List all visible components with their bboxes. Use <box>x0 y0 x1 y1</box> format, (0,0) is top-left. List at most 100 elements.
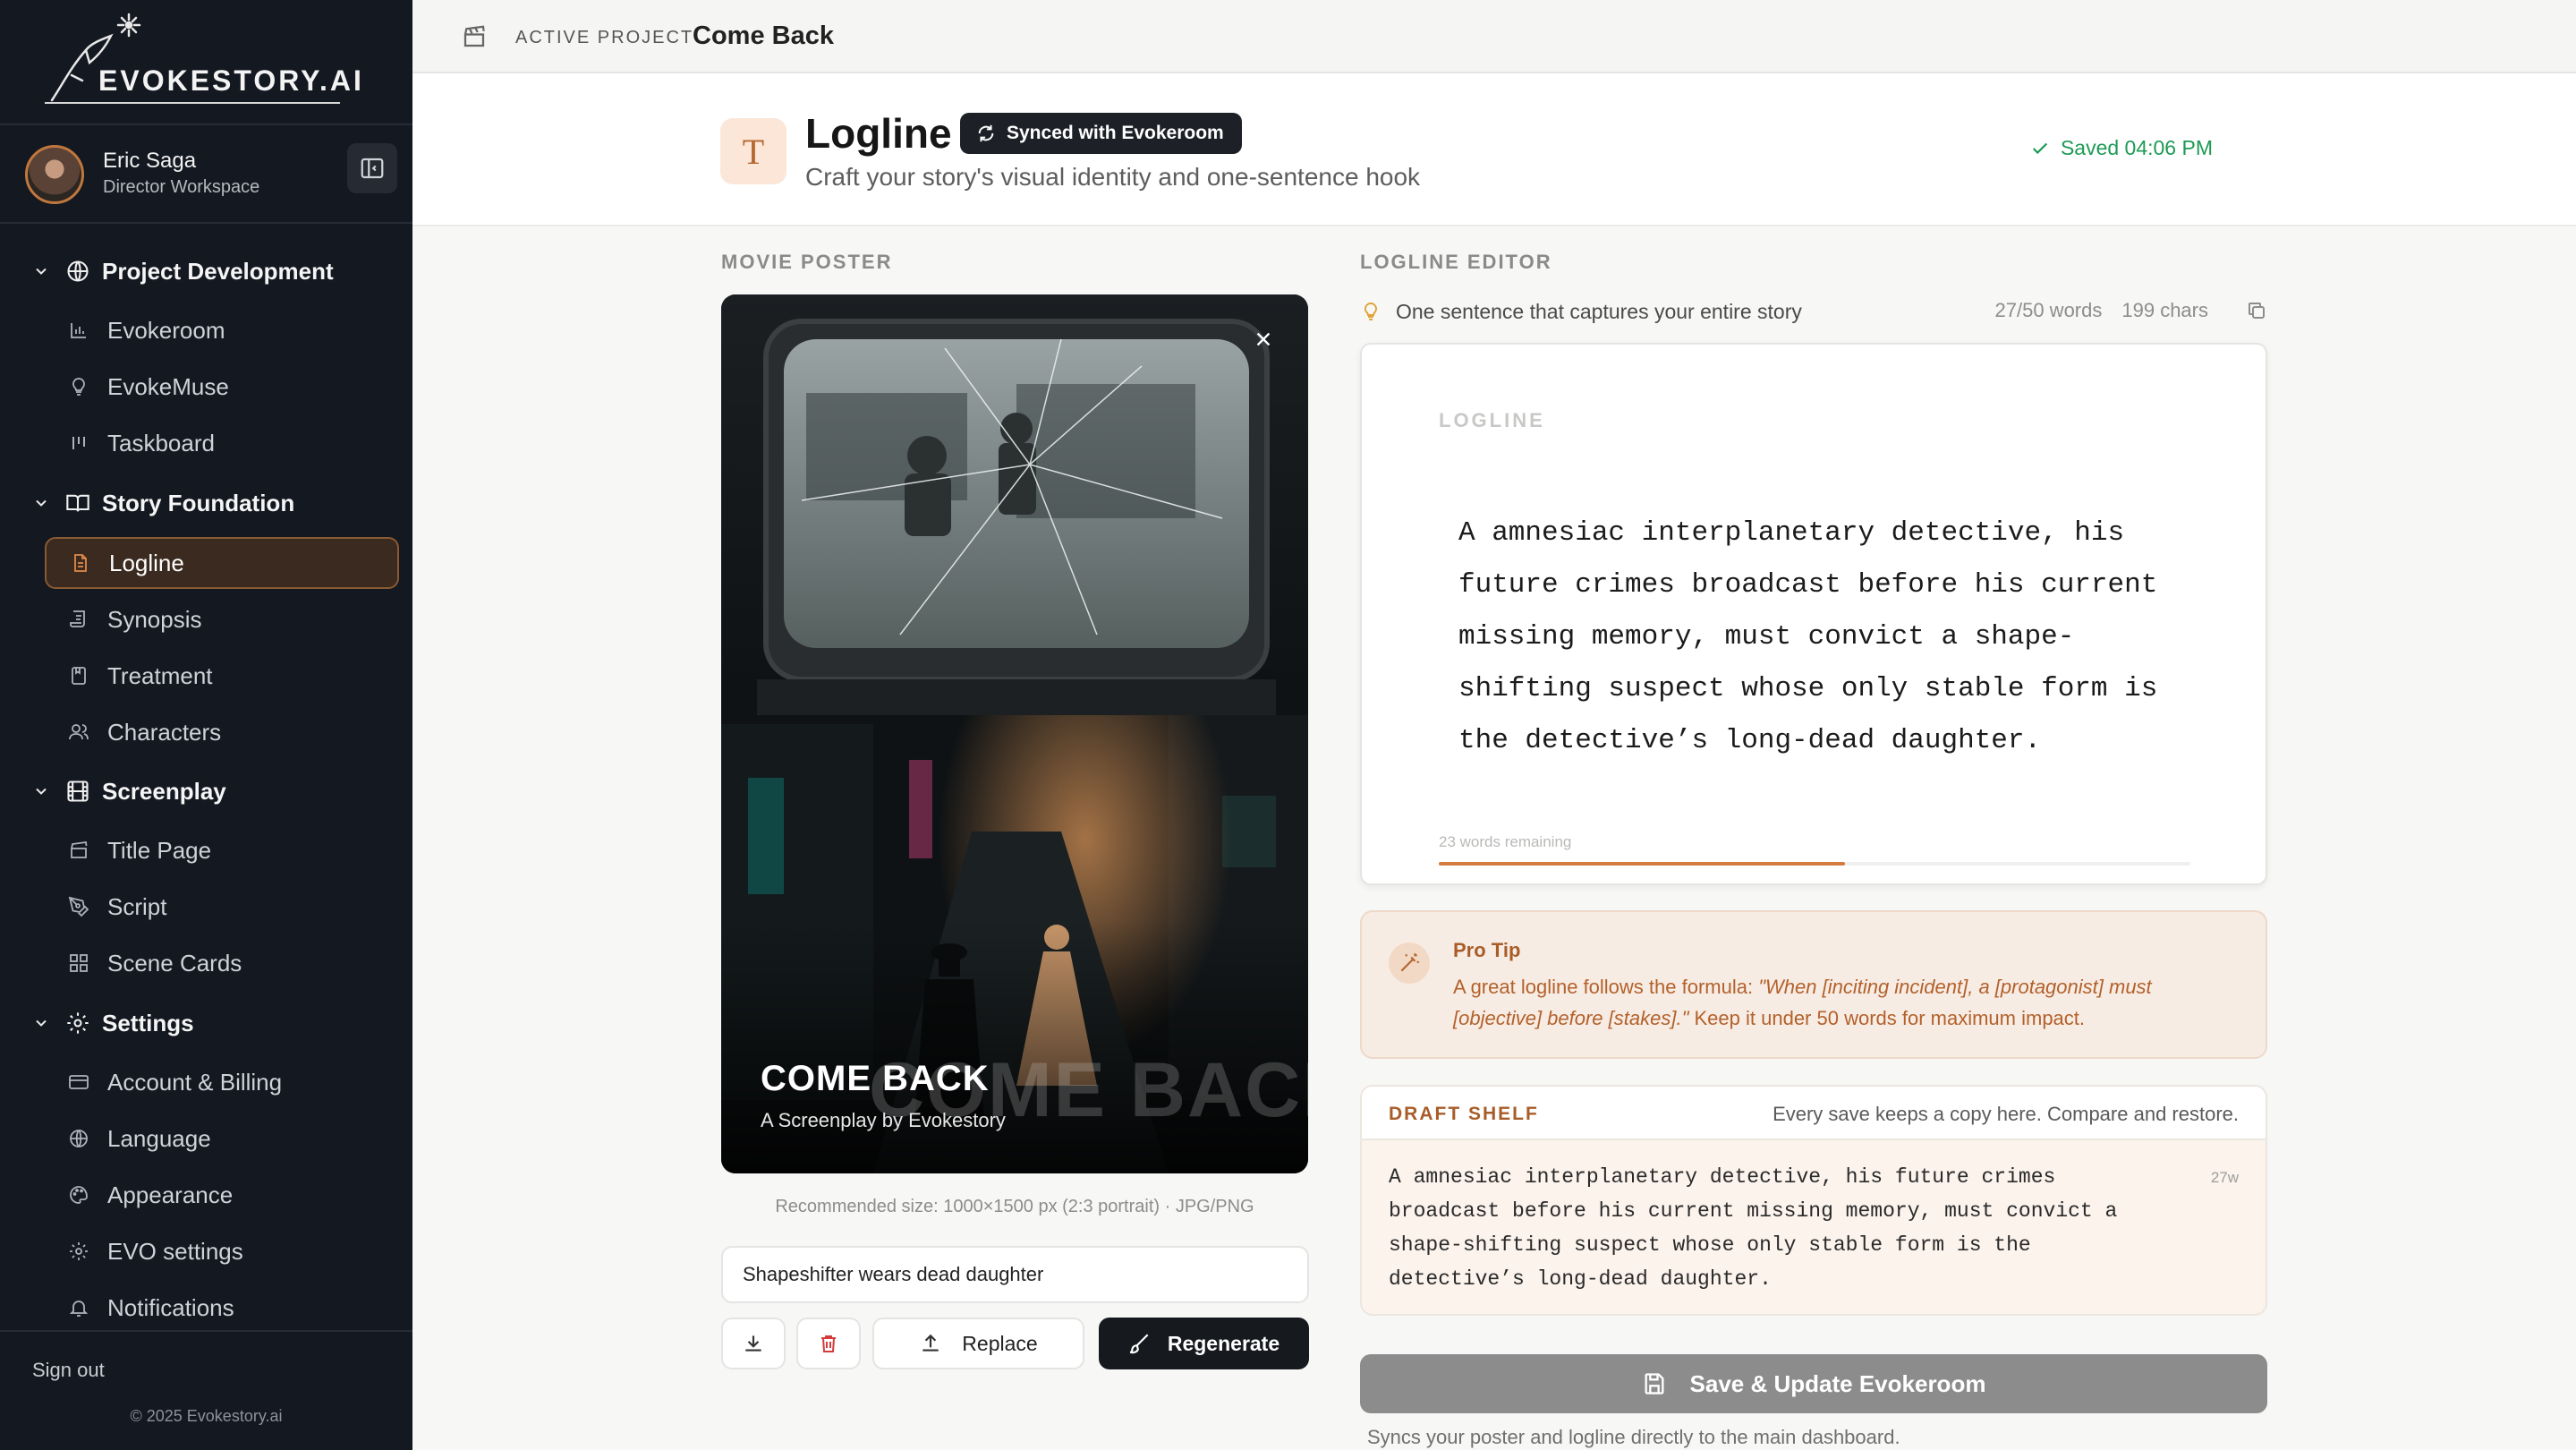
sign-out-link[interactable]: Sign out <box>32 1359 105 1382</box>
sidebar-item-label: Title Page <box>107 836 212 864</box>
logline-textarea[interactable]: A amnesiac interplanetary detective, his… <box>1458 508 2192 767</box>
divider <box>0 124 412 125</box>
poster-title: COME BACK <box>761 1059 990 1098</box>
sidebar-item-appearance[interactable]: Appearance <box>45 1169 399 1221</box>
pro-tip-tail: Keep it under 50 words for maximum impac… <box>1688 1007 2086 1029</box>
sidebar-item-taskboard[interactable]: Taskboard <box>45 417 399 469</box>
section-screenplay[interactable]: Screenplay <box>32 772 226 811</box>
logline-editor-heading: LOGLINE EDITOR <box>1360 251 1552 273</box>
user-role: Director Workspace <box>103 177 260 197</box>
sidebar-item-characters[interactable]: Characters <box>45 706 399 758</box>
download-icon <box>745 1335 761 1352</box>
delete-button[interactable] <box>796 1318 861 1369</box>
sidebar-item-treatment[interactable]: Treatment <box>45 650 399 702</box>
sidebar: EVOKESTORY.AI Eric Saga Director Workspa… <box>0 0 412 1450</box>
section-settings[interactable]: Settings <box>32 1003 194 1043</box>
gear-icon <box>66 1239 91 1264</box>
brand-name: EVOKESTORY.AI <box>98 64 364 97</box>
refresh-icon <box>976 124 996 143</box>
replace-button[interactable]: Replace <box>872 1318 1084 1369</box>
users-icon <box>66 720 91 745</box>
copyright: © 2025 Evokestory.ai <box>130 1407 283 1425</box>
clapperboard-icon <box>66 838 91 863</box>
save-label: Save & Update Evokeroom <box>1689 1369 1986 1397</box>
lightbulb-icon <box>66 374 91 399</box>
check-icon <box>2030 139 2050 158</box>
draft-shelf-title: DRAFT SHELF <box>1389 1104 1539 1124</box>
kanban-icon <box>66 431 91 456</box>
sync-label: Synced with Evokeroom <box>1007 123 1224 143</box>
sidebar-item-scene-cards[interactable]: Scene Cards <box>45 937 399 989</box>
sidebar-item-label: Account & Billing <box>107 1068 283 1096</box>
sidebar-item-label: Script <box>107 892 167 920</box>
collapse-sidebar-button[interactable] <box>347 143 397 193</box>
page-header: T Logline Synced with Evokeroom Craft yo… <box>412 73 2576 226</box>
sidebar-item-label: Treatment <box>107 661 213 689</box>
user-profile[interactable]: Eric Saga Director Workspace <box>25 143 397 206</box>
section-story-foundation[interactable]: Story Foundation <box>32 483 294 523</box>
word-count: 27/50 words <box>1994 299 2103 321</box>
magic-wand-icon <box>1389 942 1430 984</box>
close-icon <box>1256 332 1271 346</box>
divider <box>0 222 412 224</box>
sidebar-item-label: Scene Cards <box>107 949 242 977</box>
sidebar-item-notifications[interactable]: Notifications <box>45 1282 399 1334</box>
top-bar: ACTIVE PROJECT Come Back <box>412 0 2576 73</box>
draft-shelf: DRAFT SHELF Every save keeps a copy here… <box>1360 1085 2267 1316</box>
brush-icon <box>1128 1332 1152 1355</box>
avatar[interactable] <box>25 145 84 204</box>
movie-poster[interactable]: COME BACK COME BACK A Screenplay by Evok… <box>721 294 1308 1173</box>
sidebar-item-title-page[interactable]: Title Page <box>45 824 399 876</box>
pen-tool-icon <box>66 894 91 919</box>
copy-logline-button[interactable] <box>2246 300 2267 321</box>
save-update-button[interactable]: Save & Update Evokeroom <box>1360 1354 2267 1413</box>
hint-text: One sentence that captures your entire s… <box>1396 299 1802 323</box>
draft-item-text[interactable]: A amnesiac interplanetary detective, his… <box>1389 1160 2158 1296</box>
logline-field-label: LOGLINE <box>1439 409 1545 431</box>
credit-card-icon <box>66 1070 91 1095</box>
sidebar-item-language[interactable]: Language <box>45 1113 399 1164</box>
sidebar-item-evokeroom[interactable]: Evokeroom <box>45 304 399 356</box>
remove-poster-button[interactable] <box>1245 321 1281 357</box>
regenerate-button[interactable]: Regenerate <box>1099 1318 1309 1369</box>
sidebar-item-logline[interactable]: Logline <box>45 537 399 589</box>
sidebar-item-synopsis[interactable]: Synopsis <box>45 593 399 645</box>
poster-artwork: COME BACK <box>721 294 1308 1173</box>
sidebar-item-evo-settings[interactable]: EVO settings <box>45 1225 399 1277</box>
movie-poster-heading: MOVIE POSTER <box>721 251 893 273</box>
trash-icon <box>821 1335 836 1352</box>
saved-status: Saved 04:06 PM <box>2030 136 2213 160</box>
word-progress-fill <box>1439 862 1845 866</box>
save-icon <box>1642 1371 1667 1396</box>
film-icon <box>64 778 91 805</box>
lightbulb-icon <box>1360 301 1382 322</box>
brand-logo[interactable]: EVOKESTORY.AI <box>36 13 361 111</box>
sidebar-item-account-billing[interactable]: Account & Billing <box>45 1056 399 1108</box>
draft-shelf-header: DRAFT SHELF Every save keeps a copy here… <box>1362 1087 2266 1140</box>
document-icon <box>68 550 93 576</box>
page-subtitle: Craft your story's visual identity and o… <box>805 163 1421 191</box>
sidebar-item-script[interactable]: Script <box>45 881 399 933</box>
sync-status-badge[interactable]: Synced with Evokeroom <box>960 113 1242 154</box>
sidebar-item-evokemuse[interactable]: EvokeMuse <box>45 361 399 413</box>
sidebar-item-label: Characters <box>107 718 222 746</box>
sidebar-collapse-icon <box>361 158 384 179</box>
poster-prompt-input[interactable] <box>721 1246 1309 1303</box>
saved-label: Saved 04:06 PM <box>2060 136 2213 159</box>
sidebar-item-label: Language <box>107 1124 211 1152</box>
section-label: Settings <box>102 1009 194 1036</box>
sidebar-item-label: Appearance <box>107 1181 234 1208</box>
active-project-name[interactable]: Come Back <box>693 21 834 51</box>
globe-icon <box>66 1126 91 1151</box>
copy-icon <box>2249 303 2265 319</box>
logline-editor[interactable]: LOGLINE A amnesiac interplanetary detect… <box>1360 343 2267 885</box>
book-open-icon <box>64 490 91 516</box>
chevron-down-icon <box>32 782 52 800</box>
sidebar-item-label: EvokeMuse <box>107 372 229 400</box>
section-project-development[interactable]: Project Development <box>32 252 334 291</box>
page-badge: T <box>720 118 786 184</box>
sidebar-item-label: Taskboard <box>107 429 215 456</box>
clapperboard-icon <box>461 23 488 55</box>
download-button[interactable] <box>721 1318 786 1369</box>
logline-counts: 27/50 words 199 chars <box>1995 299 2267 322</box>
